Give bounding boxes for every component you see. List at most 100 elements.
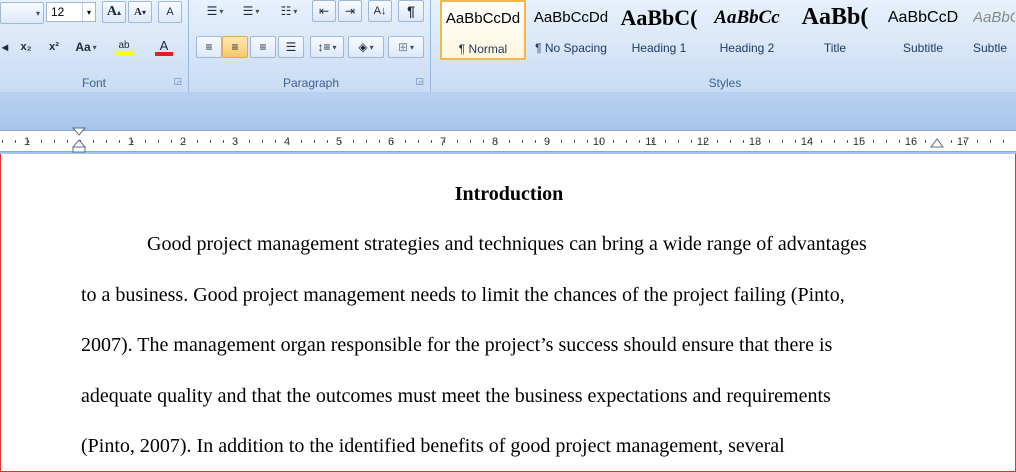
ruler-number: 5	[335, 136, 343, 148]
justify-button[interactable]: ☰	[278, 36, 304, 58]
ruler-tick	[28, 140, 29, 143]
bullets-button[interactable]: ☰ ▾	[198, 0, 232, 22]
ruler-tick	[626, 140, 627, 143]
chevron-down-icon: ▾	[293, 6, 298, 16]
chevron-down-icon: ▾	[92, 42, 97, 52]
ruler-tick	[886, 140, 887, 143]
grow-font-button[interactable]: A ▴	[102, 1, 126, 23]
left-indent-marker-icon[interactable]	[72, 127, 86, 153]
ruler-number: 2	[179, 136, 187, 148]
ruler-tick	[171, 140, 172, 143]
clear-formatting-button[interactable]: A	[158, 1, 182, 23]
show-formatting-button[interactable]: ¶	[398, 0, 424, 22]
style-normal[interactable]: AaBbCcDd ¶ Normal	[440, 0, 526, 60]
change-case-button[interactable]: Aa ▾	[70, 36, 102, 58]
style-preview: AaBbCc	[714, 7, 780, 28]
font-color-swatch	[155, 51, 173, 56]
ruler-tick	[795, 140, 796, 143]
ruler-number: 1	[23, 136, 31, 148]
ruler-tick	[951, 140, 952, 143]
caret-up-icon: ▴	[117, 7, 122, 17]
ribbon-bottom-band	[0, 92, 1016, 126]
line-spacing-button[interactable]: ↕≡ ▾	[310, 36, 344, 58]
align-left-icon: ≡	[205, 40, 213, 54]
style-title[interactable]: AaBb( Title	[792, 0, 878, 60]
decrease-indent-button[interactable]: ⇤	[312, 0, 336, 22]
strikethrough-button[interactable]: ◂	[0, 36, 10, 58]
ruler-tick	[587, 140, 588, 143]
ruler-tick	[405, 140, 406, 143]
shrink-font-button[interactable]: A ▾	[128, 1, 152, 23]
ruler-tick	[418, 140, 419, 143]
chevron-down-icon: ▾	[219, 6, 224, 16]
sort-button[interactable]: A↓	[368, 0, 392, 22]
ruler-tick	[132, 140, 133, 143]
style-name: Title	[823, 41, 847, 55]
superscript-button[interactable]: x²	[42, 36, 66, 58]
align-center-button[interactable]: ≡	[222, 36, 248, 58]
ruler-tick	[301, 140, 302, 143]
ruler-track: 1 1 2 3 4 5 6 7 8 9 10 11 12 13 14 15 16 17	[0, 130, 1016, 152]
multilevel-list-icon: ☷	[280, 4, 292, 18]
multilevel-list-button[interactable]: ☷ ▾	[272, 0, 306, 22]
ruler-tick	[249, 140, 250, 143]
align-right-button[interactable]: ≡	[250, 36, 276, 58]
chevron-down-icon: ▾	[35, 8, 40, 18]
ruler-tick	[860, 140, 861, 143]
ruler-tick	[236, 140, 237, 143]
font-color-button[interactable]: A	[146, 36, 182, 58]
ruler-tick	[223, 140, 224, 143]
ruler-number: 10	[592, 136, 606, 148]
paragraph-line: (Pinto, 2007). In addition to the identi…	[81, 435, 785, 457]
ruler-tick	[41, 140, 42, 143]
ruler-tick	[106, 140, 107, 143]
style-no-spacing[interactable]: AaBbCcDd ¶ No Spacing	[528, 0, 614, 60]
ruler-tick	[873, 140, 874, 143]
highlight-button[interactable]: ab	[108, 36, 140, 58]
paint-bucket-icon: ◈	[358, 40, 368, 54]
style-heading-2[interactable]: AaBbCc Heading 2	[704, 0, 790, 60]
ruler-tick	[665, 140, 666, 143]
increase-indent-button[interactable]: ⇥	[338, 0, 362, 22]
ruler-tick	[483, 140, 484, 143]
style-preview: AaBbC(	[620, 5, 698, 30]
font-color-icon: A	[159, 37, 169, 53]
ruler-tick	[457, 140, 458, 143]
dialog-launcher-icon[interactable]: ◲	[173, 77, 182, 87]
font-name-dropdown[interactable]: ▾	[0, 2, 44, 24]
borders-button[interactable]: ⊞ ▾	[388, 36, 424, 58]
shading-button[interactable]: ◈ ▾	[348, 36, 384, 58]
style-subtitle[interactable]: AaBbCcD Subtitle	[880, 0, 966, 60]
increase-indent-icon: ⇥	[344, 4, 356, 18]
ruler-tick	[704, 140, 705, 143]
align-center-icon: ≡	[231, 40, 239, 54]
ruler-tick	[600, 140, 601, 143]
font-size-input[interactable]: 12 ▾	[46, 2, 96, 22]
ruler-tick	[535, 140, 536, 143]
style-heading-1[interactable]: AaBbC( Heading 1	[616, 0, 702, 60]
document-page[interactable]: Introduction Good project management str…	[0, 154, 1016, 472]
numbering-button[interactable]: ☰ ▾	[234, 0, 268, 22]
style-preview: AaBbCcDd	[445, 10, 521, 27]
subscript-button[interactable]: x₂	[14, 36, 38, 58]
ruler-tick	[444, 140, 445, 143]
style-preview: AaBbC	[973, 9, 1015, 26]
dialog-launcher-icon[interactable]: ◲	[415, 77, 424, 87]
borders-icon: ⊞	[397, 40, 409, 54]
ruler-tick	[990, 140, 991, 143]
ruler-number: 3	[231, 136, 239, 148]
style-subtle[interactable]: AaBbC Subtle	[968, 0, 1016, 60]
style-name: Heading 1	[631, 41, 687, 55]
font-size-value: 12	[51, 5, 65, 19]
grow-font-icon: A	[106, 4, 118, 19]
ruler-tick	[847, 140, 848, 143]
ruler-tick	[613, 140, 614, 143]
font-group-label: Font	[81, 76, 106, 90]
right-indent-marker-icon[interactable]	[930, 138, 944, 148]
change-case-icon: Aa	[75, 40, 91, 54]
superscript-icon: x²	[49, 41, 59, 53]
ruler-tick	[314, 140, 315, 143]
horizontal-ruler[interactable]: 1 1 2 3 4 5 6 7 8 9 10 11 12 13 14 15 16 17	[0, 126, 1016, 154]
ruler-tick	[353, 140, 354, 143]
align-left-button[interactable]: ≡	[196, 36, 222, 58]
